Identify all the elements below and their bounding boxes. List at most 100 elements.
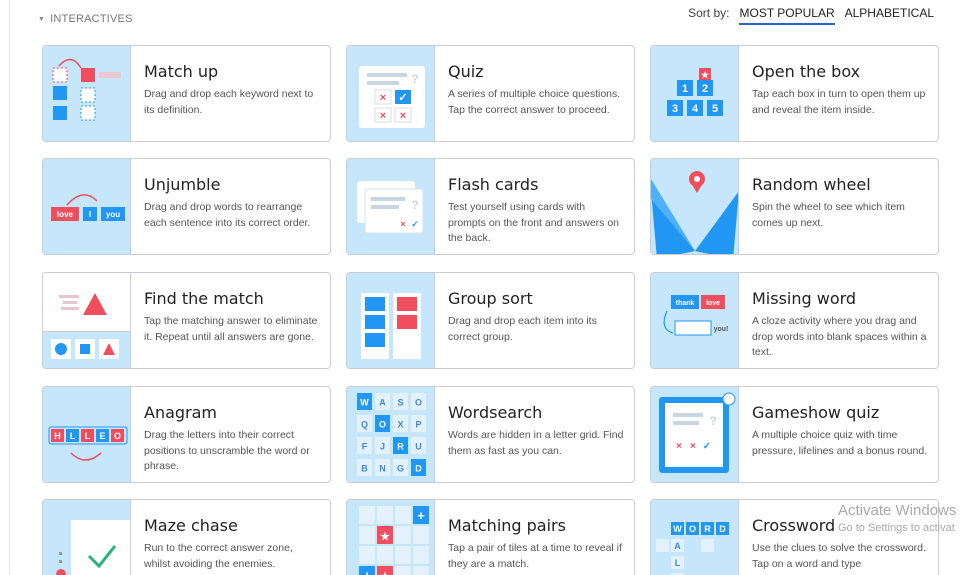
svg-text:3: 3 xyxy=(672,103,678,115)
svg-text:1: 1 xyxy=(682,83,688,95)
svg-text:you!: you! xyxy=(714,326,729,333)
missing-word-icon: thank love you! xyxy=(651,273,739,368)
card-title: Crossword xyxy=(752,516,836,535)
svg-text:D: D xyxy=(719,524,726,534)
sort-alphabetical[interactable]: ALPHABETICAL xyxy=(845,6,934,23)
svg-text:thank: thank xyxy=(676,300,695,307)
wordsearch-icon: WA S O Q O X P F J R U B N G D xyxy=(347,387,435,482)
card-group-sort[interactable]: Group sort Drag and drop each item into … xyxy=(346,272,635,369)
svg-text:5: 5 xyxy=(712,103,718,115)
card-missing-word[interactable]: thank love you! Missing word A cloze activ… xyxy=(650,272,939,369)
card-unjumble[interactable]: love Iyou Unjumble Drag and drop words to… xyxy=(42,158,331,255)
svg-text:J: J xyxy=(380,442,385,452)
svg-text:B: B xyxy=(361,464,368,474)
svg-text:★: ★ xyxy=(701,70,710,80)
svg-text:you: you xyxy=(106,210,120,219)
maze-chase-icon xyxy=(43,500,131,575)
svg-text:X: X xyxy=(397,420,403,430)
sort-bar: Sort by: MOST POPULAR ALPHABETICAL xyxy=(688,6,934,25)
svg-text:F: F xyxy=(362,442,368,452)
svg-text:A: A xyxy=(379,398,386,408)
svg-text:love: love xyxy=(706,300,720,307)
gameshow-quiz-icon: ? × × ✓ xyxy=(651,387,739,482)
find-the-match-icon xyxy=(43,273,131,368)
card-match-up[interactable]: Match up Drag and drop each keyword next… xyxy=(42,45,331,142)
svg-text:+: + xyxy=(417,508,425,523)
card-crossword[interactable]: WORD AL Crossword Use the clues to solve … xyxy=(650,499,939,575)
svg-text:4: 4 xyxy=(692,103,699,115)
svg-text:L: L xyxy=(675,558,681,568)
svg-text:S: S xyxy=(397,398,403,408)
svg-text:N: N xyxy=(379,464,386,474)
card-title: Maze chase xyxy=(144,516,238,535)
svg-text:★: ★ xyxy=(380,531,390,543)
svg-text:H: H xyxy=(54,431,61,441)
svg-text:Q: Q xyxy=(361,420,368,430)
svg-text:I: I xyxy=(89,210,91,219)
svg-text:O: O xyxy=(114,431,121,441)
svg-text:×: × xyxy=(400,219,405,229)
flash-cards-icon: ? × ✓ xyxy=(347,159,435,254)
card-description: A multiple choice quiz with time pressur… xyxy=(752,429,928,457)
svg-text:O: O xyxy=(415,398,422,408)
card-description: Tap a pair of tiles at a time to reveal … xyxy=(448,542,622,570)
card-title: Missing word xyxy=(752,289,857,308)
svg-text:+: + xyxy=(363,568,371,575)
card-description: Run to the correct answer zone, whilst a… xyxy=(144,542,293,570)
section-header[interactable]: ▼ INTERACTIVES xyxy=(38,13,133,25)
svg-text:×: × xyxy=(380,92,386,104)
svg-text:L: L xyxy=(70,431,76,441)
card-quiz[interactable]: ? × ✓ × × Quiz A series of multiple choice q… xyxy=(346,45,635,142)
quiz-icon: ? × ✓ × × xyxy=(347,46,435,141)
card-title: Open the box xyxy=(752,62,861,81)
card-title: Anagram xyxy=(144,403,218,422)
card-description: A series of multiple choice questions. T… xyxy=(448,88,621,116)
svg-text:W: W xyxy=(673,524,682,534)
svg-text:U: U xyxy=(415,442,422,452)
card-open-the-box[interactable]: 1 2 ★ 3 4 5 Open the box Tap each box in turn… xyxy=(650,45,939,142)
svg-text:D: D xyxy=(415,464,422,474)
matching-pairs-icon: + ★ + ★ xyxy=(347,500,435,575)
card-flash-cards[interactable]: ? × ✓ Flash cards Test yourself using card… xyxy=(346,158,635,255)
svg-text:?: ? xyxy=(709,414,716,428)
card-title: Matching pairs xyxy=(448,516,566,535)
card-title: Unjumble xyxy=(144,175,221,194)
card-description: Drag and drop each item into its correct… xyxy=(448,315,597,343)
card-title: Random wheel xyxy=(752,175,871,194)
card-title: Wordsearch xyxy=(448,403,543,422)
card-description: Tap the matching answer to eliminate it.… xyxy=(144,315,318,343)
card-anagram[interactable]: HLLEO Anagram Drag the letters into thei… xyxy=(42,386,331,483)
svg-text:E: E xyxy=(99,431,105,441)
random-wheel-icon xyxy=(651,159,739,254)
card-gameshow-quiz[interactable]: ? × × ✓ Gameshow quiz A multiple choice qui… xyxy=(650,386,939,483)
svg-text:P: P xyxy=(415,420,421,430)
left-divider xyxy=(9,0,10,575)
svg-text:R: R xyxy=(704,524,711,534)
svg-text:O: O xyxy=(689,524,696,534)
group-sort-icon xyxy=(347,273,435,368)
svg-text:✓: ✓ xyxy=(411,219,419,229)
card-title: Gameshow quiz xyxy=(752,403,880,422)
card-title: Match up xyxy=(144,62,219,81)
collapse-triangle-icon[interactable]: ▼ xyxy=(38,16,45,23)
svg-text:love: love xyxy=(57,210,74,219)
card-title: Group sort xyxy=(448,289,533,308)
svg-text:?: ? xyxy=(411,198,418,212)
card-random-wheel[interactable]: Random wheel Spin the wheel to see which… xyxy=(650,158,939,255)
card-description: Spin the wheel to see which item comes u… xyxy=(752,201,905,229)
sort-most-popular[interactable]: MOST POPULAR xyxy=(739,6,835,25)
card-title: Flash cards xyxy=(448,175,539,194)
card-wordsearch[interactable]: WA S O Q O X P F J R U B N G D Wordsearch Words are hi… xyxy=(346,386,635,483)
svg-text:W: W xyxy=(360,398,369,408)
sort-label: Sort by: xyxy=(688,6,730,20)
card-description: A cloze activity where you drag and drop… xyxy=(752,315,927,358)
card-description: Test yourself using cards with prompts o… xyxy=(448,201,620,244)
match-up-icon xyxy=(43,46,131,141)
svg-text:×: × xyxy=(676,441,682,452)
svg-text:G: G xyxy=(397,464,404,474)
card-description: Use the clues to solve the crossword. Ta… xyxy=(752,542,926,570)
card-find-the-match[interactable]: Find the match Tap the matching answer t… xyxy=(42,272,331,369)
section-label: INTERACTIVES xyxy=(50,13,133,25)
card-matching-pairs[interactable]: + ★ + ★ Matching pairs Tap a pair of tiles … xyxy=(346,499,635,575)
card-maze-chase[interactable]: Maze chase Run to the correct answer zon… xyxy=(42,499,331,575)
